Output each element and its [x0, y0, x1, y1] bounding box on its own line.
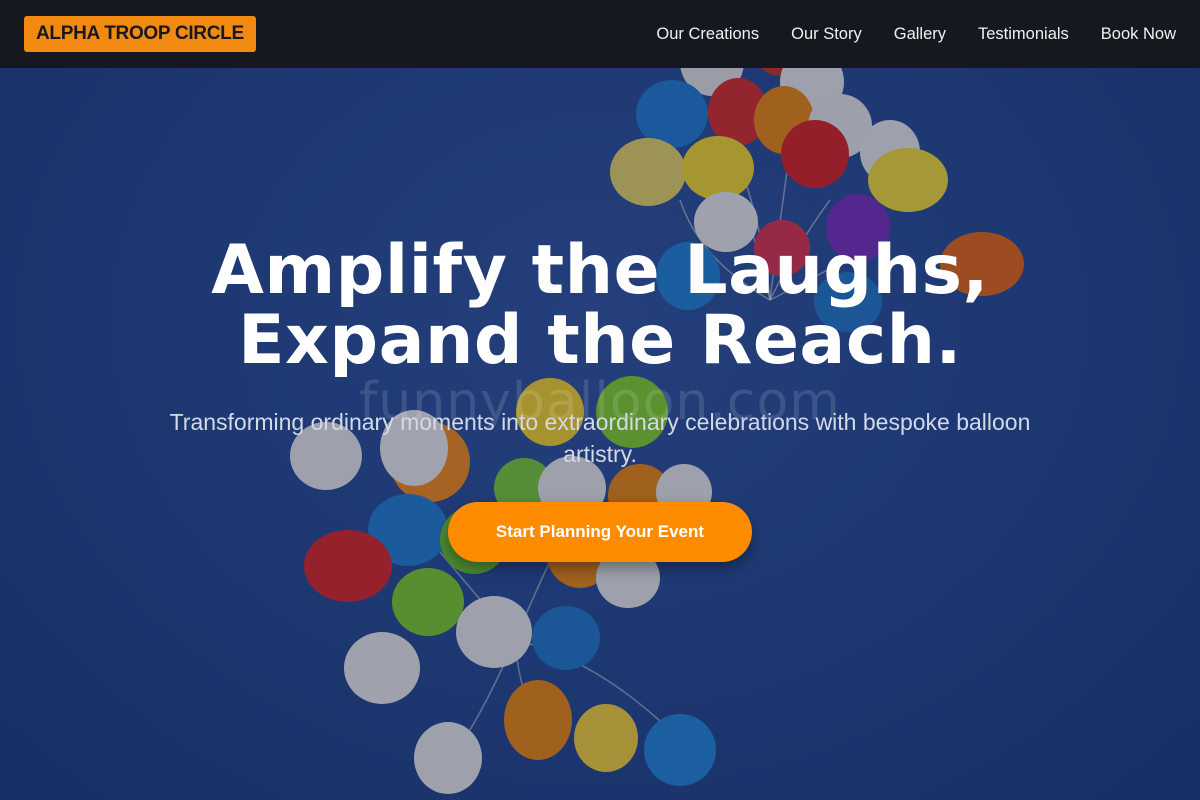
nav-link-our-creations[interactable]: Our Creations	[656, 25, 759, 44]
brand-logo[interactable]: ALPHA TROOP CIRCLE	[24, 16, 256, 52]
headline-line-1: Amplify the Laughs,	[211, 231, 989, 310]
top-navbar: ALPHA TROOP CIRCLE Our Creations Our Sto…	[0, 0, 1200, 68]
start-planning-button[interactable]: Start Planning Your Event	[448, 502, 752, 562]
hero-section: funnyballoon.com Amplify the Laughs, Exp…	[0, 0, 1200, 800]
nav-link-book-now[interactable]: Book Now	[1101, 25, 1176, 44]
headline-line-2: Expand the Reach.	[238, 301, 962, 380]
nav-link-testimonials[interactable]: Testimonials	[978, 25, 1069, 44]
nav-link-our-story[interactable]: Our Story	[791, 25, 862, 44]
hero-subtitle: Transforming ordinary moments into extra…	[169, 409, 1031, 467]
main-nav: Our Creations Our Story Gallery Testimon…	[656, 25, 1176, 44]
nav-link-gallery[interactable]: Gallery	[894, 25, 946, 44]
hero-headline: Amplify the Laughs, Expand the Reach.	[0, 236, 1200, 376]
hero-content: Amplify the Laughs, Expand the Reach. Tr…	[0, 236, 1200, 562]
